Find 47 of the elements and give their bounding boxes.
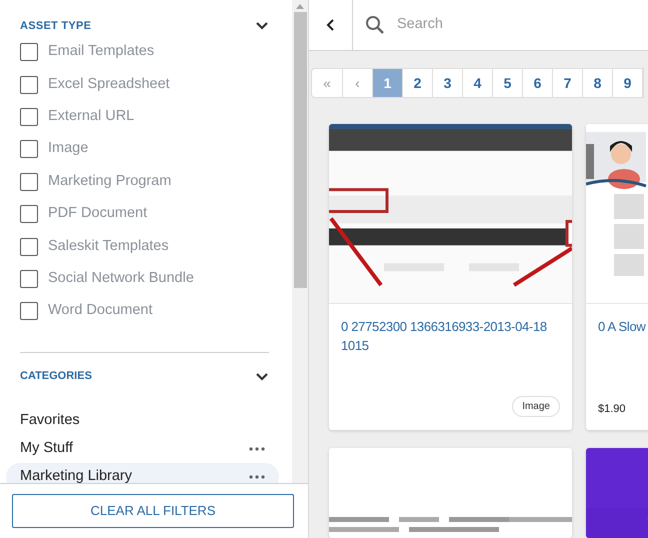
filter-label: PDF Document [48, 204, 148, 224]
asset-card[interactable]: 0 A Slow $1.90 [586, 124, 648, 430]
page-button[interactable]: 6 [523, 69, 553, 97]
section-heading: ASSET TYPE [20, 18, 92, 34]
checkbox[interactable] [20, 76, 38, 94]
page-button[interactable]: 3 [433, 69, 463, 97]
clear-filters-button[interactable]: CLEAR ALL FILTERS [12, 494, 294, 528]
price: $1.90 [598, 402, 626, 416]
checkbox[interactable] [20, 108, 38, 126]
type-tag: Image [512, 396, 560, 417]
filter-label: Marketing Program [48, 172, 172, 191]
filter-label: External URL [48, 107, 134, 126]
category-item[interactable]: Favorites [6, 406, 279, 435]
filter-label: Excel Spreadsheet [48, 74, 170, 94]
page-button[interactable]: 7 [553, 69, 583, 97]
filter-label: Word Document [48, 301, 152, 320]
page-button[interactable]: 5 [493, 69, 523, 97]
checkbox[interactable] [20, 205, 38, 224]
category-item[interactable]: My Stuff [6, 434, 279, 463]
checkbox[interactable] [20, 172, 38, 191]
section-heading: CATEGORIES [20, 369, 92, 384]
asset-card[interactable]: 0 27752300 1366316933-2013-04-18 1015 Image [329, 124, 572, 430]
checkbox[interactable] [20, 302, 38, 320]
first-page-button[interactable]: « [312, 69, 343, 97]
category-item[interactable]: Marketing Library [6, 462, 279, 483]
scrollbar-thumb[interactable] [294, 12, 306, 288]
page-button[interactable]: 8 [583, 69, 613, 97]
checkbox[interactable] [20, 270, 38, 288]
search-field[interactable]: Search [353, 0, 648, 50]
asset-title[interactable]: 0 A Slow [598, 317, 648, 336]
search-icon [365, 15, 385, 35]
filter-label: Email Templates [48, 42, 154, 62]
scrollbar[interactable] [292, 0, 308, 483]
filter-label: Image [48, 139, 88, 158]
filter-label: Saleskit Templates [48, 236, 169, 256]
more-icon[interactable] [249, 446, 265, 451]
more-icon[interactable] [249, 474, 265, 479]
page-button[interactable]: 4 [463, 69, 493, 97]
checkbox[interactable] [20, 43, 38, 62]
page-button[interactable]: 2 [403, 69, 433, 97]
search-input[interactable]: Search [397, 14, 648, 36]
filter-label: Social Network Bundle [48, 269, 194, 288]
asset-title[interactable]: 0 27752300 1366316933-2013-04-18 1015 [341, 317, 560, 355]
back-icon [326, 18, 336, 32]
checkbox[interactable] [20, 140, 38, 158]
page-button[interactable]: 9 [613, 69, 643, 97]
checkbox[interactable] [20, 238, 38, 256]
